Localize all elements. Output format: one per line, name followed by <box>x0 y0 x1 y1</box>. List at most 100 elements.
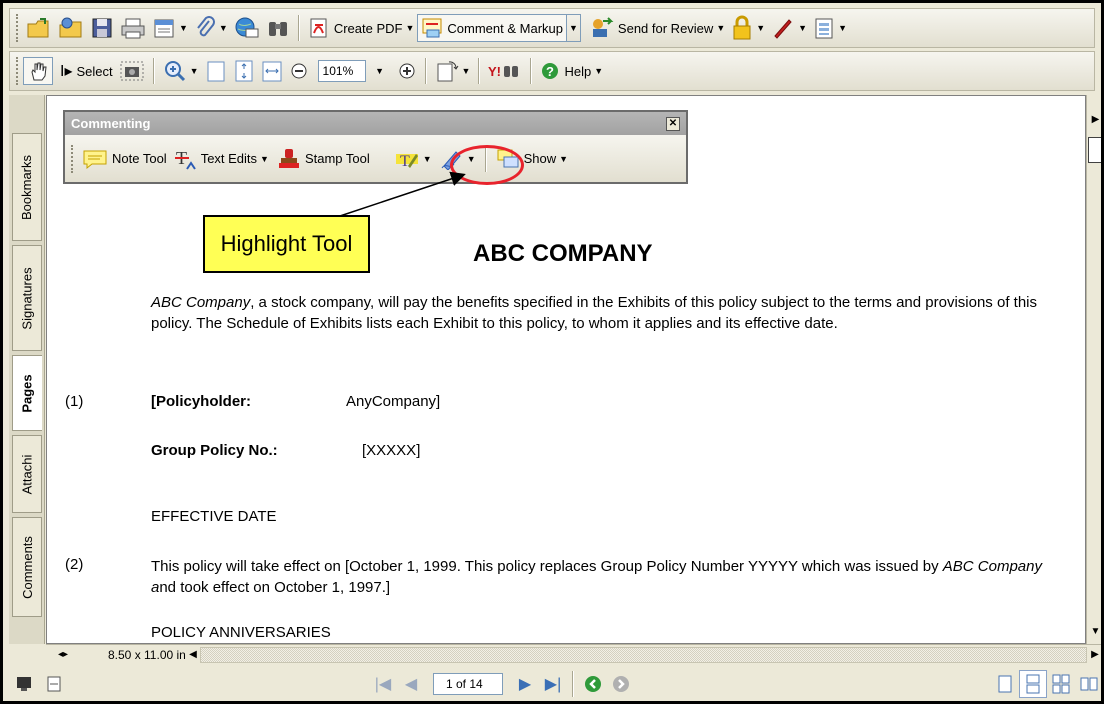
zoom-out-icon <box>291 63 307 79</box>
split-handle-icon[interactable]: ◂▸ <box>56 649 70 660</box>
search-button[interactable] <box>263 12 293 44</box>
toolbar-grip[interactable] <box>71 144 74 173</box>
create-pdf-button[interactable]: Create PDF ▼ <box>305 12 418 44</box>
continuous-view-button[interactable] <box>1019 670 1047 698</box>
scroll-right-arrow-icon[interactable]: ▶ <box>1087 649 1101 660</box>
text-edits-label: Text Edits <box>200 151 258 166</box>
commenting-toolbar[interactable]: Commenting ✕ Note Tool T Text Edits ▼ St… <box>63 110 688 184</box>
page-forward-arrow-icon[interactable]: ▶ <box>1087 111 1101 128</box>
secure-button[interactable]: ▼ <box>728 12 768 44</box>
full-screen-button[interactable] <box>9 669 39 699</box>
comment-markup-button[interactable]: Comment & Markup <box>417 14 567 42</box>
toolbar-separator <box>152 58 155 84</box>
last-page-icon: ▶| <box>544 676 562 693</box>
scroll-down-arrow-icon[interactable]: ▼ <box>1087 623 1101 640</box>
stamp-tool-button[interactable]: Stamp Tool <box>273 143 374 175</box>
binoculars-icon <box>268 22 287 36</box>
acrobat-window: ▼ ▼ Create PDF ▼ Comment & Markup ▼ Send… <box>0 0 1104 704</box>
chevron-down-icon: ▼ <box>375 66 384 76</box>
tab-comments[interactable]: Comments <box>12 517 42 617</box>
zoom-out-button[interactable] <box>286 55 312 87</box>
email-button[interactable] <box>231 12 263 44</box>
previous-page-button[interactable]: ◀ <box>397 670 425 698</box>
previous-page-icon: ◀ <box>404 676 418 693</box>
printer-icon <box>121 18 145 39</box>
hand-tool-button[interactable] <box>23 57 53 85</box>
save-button[interactable] <box>87 12 117 44</box>
close-icon[interactable]: ✕ <box>666 116 680 131</box>
toolbar-grip[interactable] <box>16 14 19 42</box>
help-question-icon: ? <box>542 63 559 79</box>
select-tool-button[interactable]: I▸ Select <box>57 55 116 87</box>
rotate-view-button[interactable]: ▼ <box>432 55 474 87</box>
tab-signatures[interactable]: Signatures <box>12 245 42 351</box>
text-edits-button[interactable]: T Text Edits ▼ <box>171 143 273 175</box>
open-button[interactable] <box>23 12 55 44</box>
note-icon <box>83 150 107 169</box>
comment-markup-dropdown[interactable]: ▼ <box>567 14 581 42</box>
next-page-icon: ▶ <box>518 676 532 693</box>
monitor-icon <box>17 677 31 691</box>
highlight-tool-callout: Highlight Tool <box>203 215 370 273</box>
highlight-tool-button[interactable]: T ▼ <box>390 143 436 175</box>
chevron-down-icon: ▼ <box>569 23 578 33</box>
group-policy-label: Group Policy No.: <box>151 442 278 459</box>
tab-attachments[interactable]: Attachi <box>12 435 42 513</box>
actual-size-button[interactable] <box>202 55 230 87</box>
horizontal-scroll-track[interactable] <box>200 646 1087 663</box>
previous-view-button[interactable] <box>579 670 607 698</box>
send-for-review-button[interactable]: Send for Review ▼ <box>587 12 728 44</box>
policy-anniversaries-heading: POLICY ANNIVERSARIES <box>151 624 331 641</box>
single-page-view-button[interactable] <box>991 670 1019 698</box>
effective-date-paragraph: This policy will take effect on [October… <box>151 556 1071 598</box>
item-2-number: (2) <box>65 556 84 573</box>
item-1-number: (1) <box>65 393 84 410</box>
forms-button[interactable]: ▼ <box>810 12 850 44</box>
facing-view-button[interactable] <box>1075 670 1101 698</box>
scroll-left-arrow-icon[interactable]: ◀ <box>186 649 200 660</box>
note-tool-button[interactable]: Note Tool <box>78 143 171 175</box>
next-page-button[interactable]: ▶ <box>511 670 539 698</box>
sign-button[interactable]: ▼ <box>768 12 810 44</box>
zoom-in-button[interactable] <box>394 55 420 87</box>
commenting-titlebar[interactable]: Commenting ✕ <box>65 112 686 135</box>
fit-width-icon <box>262 61 282 82</box>
last-page-button[interactable]: ▶| <box>539 670 567 698</box>
yahoo-search-button[interactable]: Y! <box>485 55 525 87</box>
read-mode-button[interactable] <box>39 669 69 699</box>
organizer-button[interactable] <box>55 12 87 44</box>
print-button[interactable] <box>117 12 149 44</box>
snapshot-button[interactable] <box>116 55 148 87</box>
attach-button[interactable]: ▼ <box>191 12 231 44</box>
horizontal-scroll-bar: ◂▸ 8.50 x 11.00 in ◀ ▶ <box>46 644 1101 664</box>
text-edits-icon: T <box>174 148 196 170</box>
tab-pages[interactable]: Pages <box>12 355 42 431</box>
yahoo-binoculars-icon: Y! <box>488 64 519 79</box>
forward-circle-icon <box>613 676 629 692</box>
scroll-thumb[interactable] <box>1088 137 1101 163</box>
page-setup-button[interactable]: ▼ <box>149 12 191 44</box>
vertical-scrollbar[interactable]: ▶ ▼ <box>1086 95 1101 644</box>
toolbar-separator <box>478 58 481 84</box>
help-button[interactable]: ? Help ▼ <box>537 55 606 87</box>
zoom-level-input[interactable] <box>317 60 366 82</box>
group-policy-value: [XXXXX] <box>362 442 421 459</box>
continuous-facing-view-button[interactable] <box>1047 670 1075 698</box>
page-number-input[interactable] <box>433 673 503 695</box>
zoom-tool-button[interactable]: ▼ <box>160 55 202 87</box>
show-label: Show <box>523 151 557 166</box>
company-name-italic: ABC Company <box>151 294 251 311</box>
intro-paragraph: ABC Company, a stock company, will pay t… <box>151 292 1051 334</box>
comment-markup-icon <box>422 18 442 38</box>
first-page-button[interactable]: |◀ <box>369 670 397 698</box>
toolbar-grip[interactable] <box>16 57 19 85</box>
comment-markup-label: Comment & Markup <box>447 20 563 36</box>
create-pdf-label: Create PDF <box>333 20 403 36</box>
zoom-dropdown[interactable]: ▼ <box>372 60 388 82</box>
tab-bookmarks[interactable]: Bookmarks <box>12 133 42 241</box>
forms-icon <box>815 18 833 39</box>
send-review-icon <box>592 17 614 37</box>
next-view-button[interactable] <box>607 670 635 698</box>
fit-page-button[interactable] <box>230 55 258 87</box>
fit-width-button[interactable] <box>258 55 286 87</box>
